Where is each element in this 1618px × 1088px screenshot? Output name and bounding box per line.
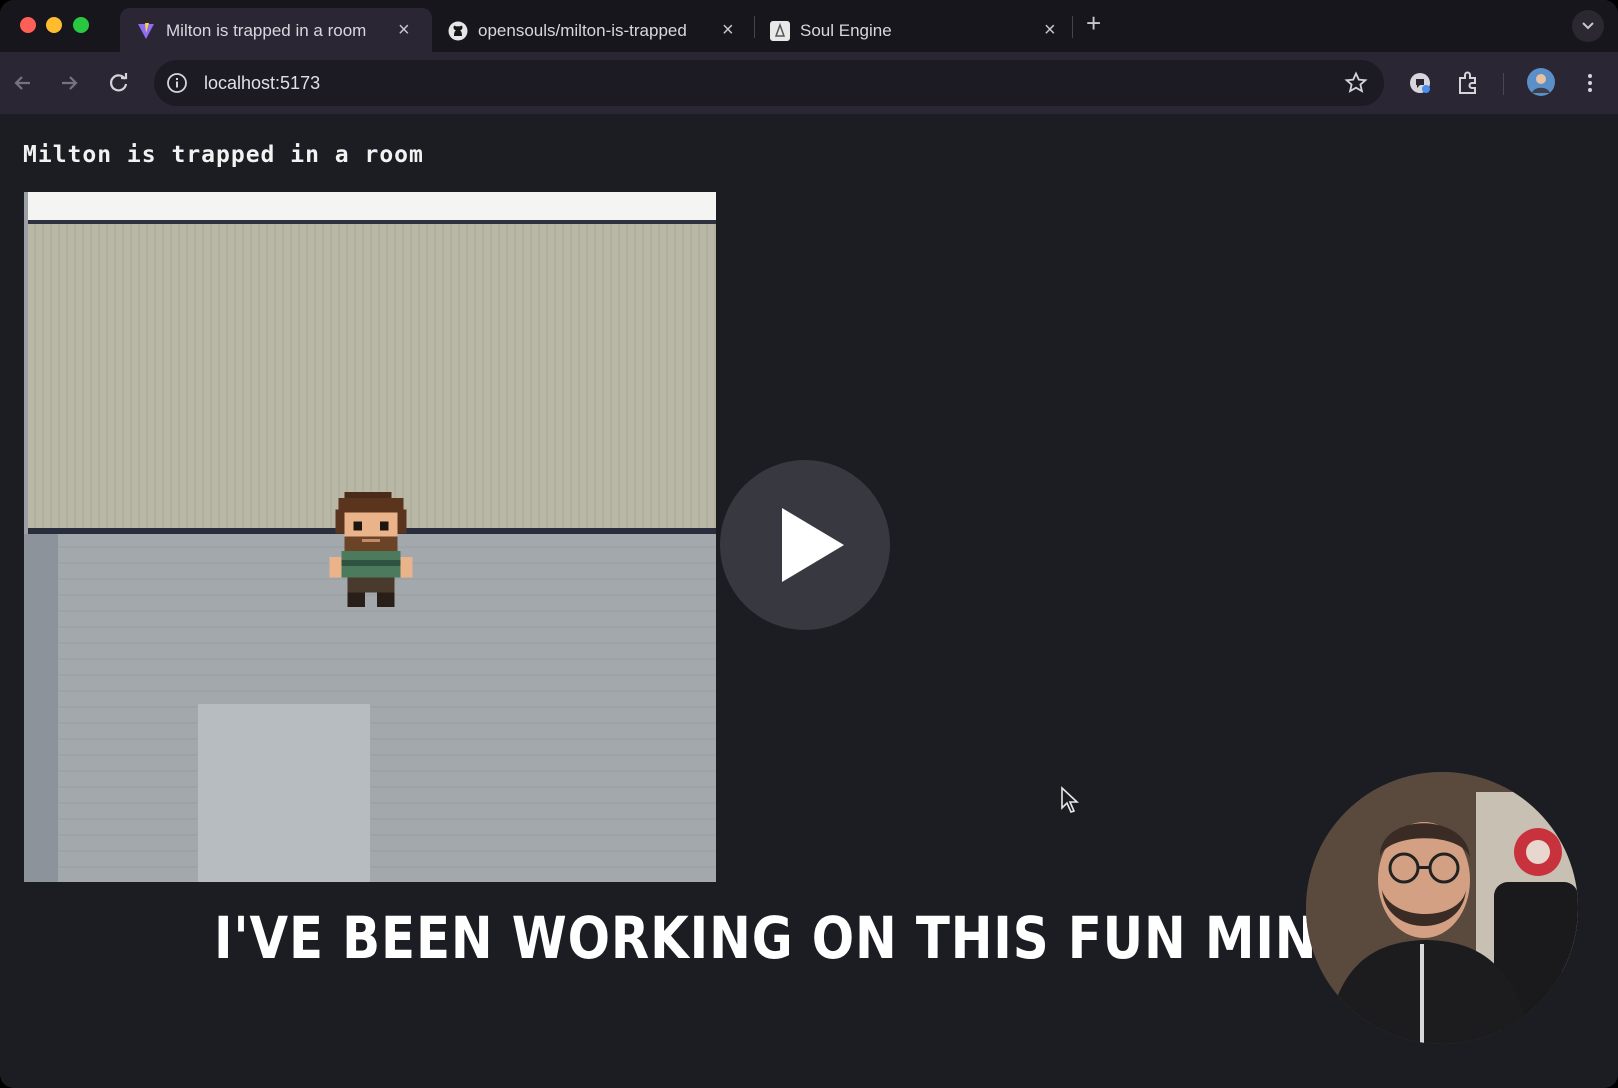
tab-search-button[interactable] <box>1572 10 1604 42</box>
more-menu-icon[interactable] <box>1576 69 1604 97</box>
tab-separator <box>1072 16 1073 38</box>
page-content: Milton is trapped in a room I'VE BEEN WO… <box>0 114 1618 1088</box>
browser-window: Milton is trapped in a room × opensouls/… <box>0 0 1618 1088</box>
floor-rug <box>198 704 370 882</box>
minimize-window-button[interactable] <box>46 17 62 33</box>
forward-icon[interactable] <box>56 70 82 96</box>
mouse-cursor-icon <box>1061 786 1080 813</box>
site-info-icon[interactable] <box>166 72 188 94</box>
presenter-video <box>1306 772 1578 1044</box>
room-wall <box>28 224 716 534</box>
milton-character <box>329 492 413 608</box>
profile-avatar-icon[interactable] <box>1526 67 1556 97</box>
play-button[interactable] <box>720 460 890 630</box>
maximize-window-button[interactable] <box>73 17 89 33</box>
page-title: Milton is trapped in a room <box>23 142 424 168</box>
soul-engine-icon <box>770 21 790 41</box>
game-canvas[interactable] <box>24 192 716 882</box>
extension-icon[interactable] <box>1406 69 1434 97</box>
webcam-overlay <box>1306 772 1578 1044</box>
tab-soul-engine[interactable]: Soul Engine × <box>754 8 1072 52</box>
tab-strip: Milton is trapped in a room × opensouls/… <box>0 0 1618 52</box>
reload-icon[interactable] <box>106 70 132 96</box>
close-tab-button[interactable]: × <box>1044 19 1056 42</box>
tab-milton[interactable]: Milton is trapped in a room × <box>120 8 432 52</box>
close-window-button[interactable] <box>20 17 36 33</box>
chevron-down-icon <box>1582 22 1594 30</box>
wall-top-edge <box>28 192 716 224</box>
close-tab-button[interactable]: × <box>398 19 410 42</box>
floor-shadow <box>24 534 58 882</box>
github-icon <box>448 21 468 41</box>
tab-title: opensouls/milton-is-trapped <box>478 21 687 40</box>
url-text: localhost:5173 <box>204 73 321 93</box>
browser-toolbar: localhost:5173 <box>0 52 1618 114</box>
vite-icon <box>138 23 154 39</box>
extensions-puzzle-icon[interactable] <box>1454 69 1482 97</box>
toolbar-separator <box>1503 73 1504 95</box>
close-tab-button[interactable]: × <box>722 19 734 42</box>
back-icon[interactable] <box>10 70 36 96</box>
tab-title: Soul Engine <box>800 21 892 40</box>
address-bar[interactable]: localhost:5173 <box>154 60 1384 106</box>
bookmark-star-icon[interactable] <box>1344 71 1368 95</box>
tab-github[interactable]: opensouls/milton-is-trapped × <box>432 8 744 52</box>
new-tab-button[interactable]: + <box>1086 8 1101 39</box>
play-icon <box>782 508 844 582</box>
tab-title: Milton is trapped in a room <box>166 21 367 40</box>
